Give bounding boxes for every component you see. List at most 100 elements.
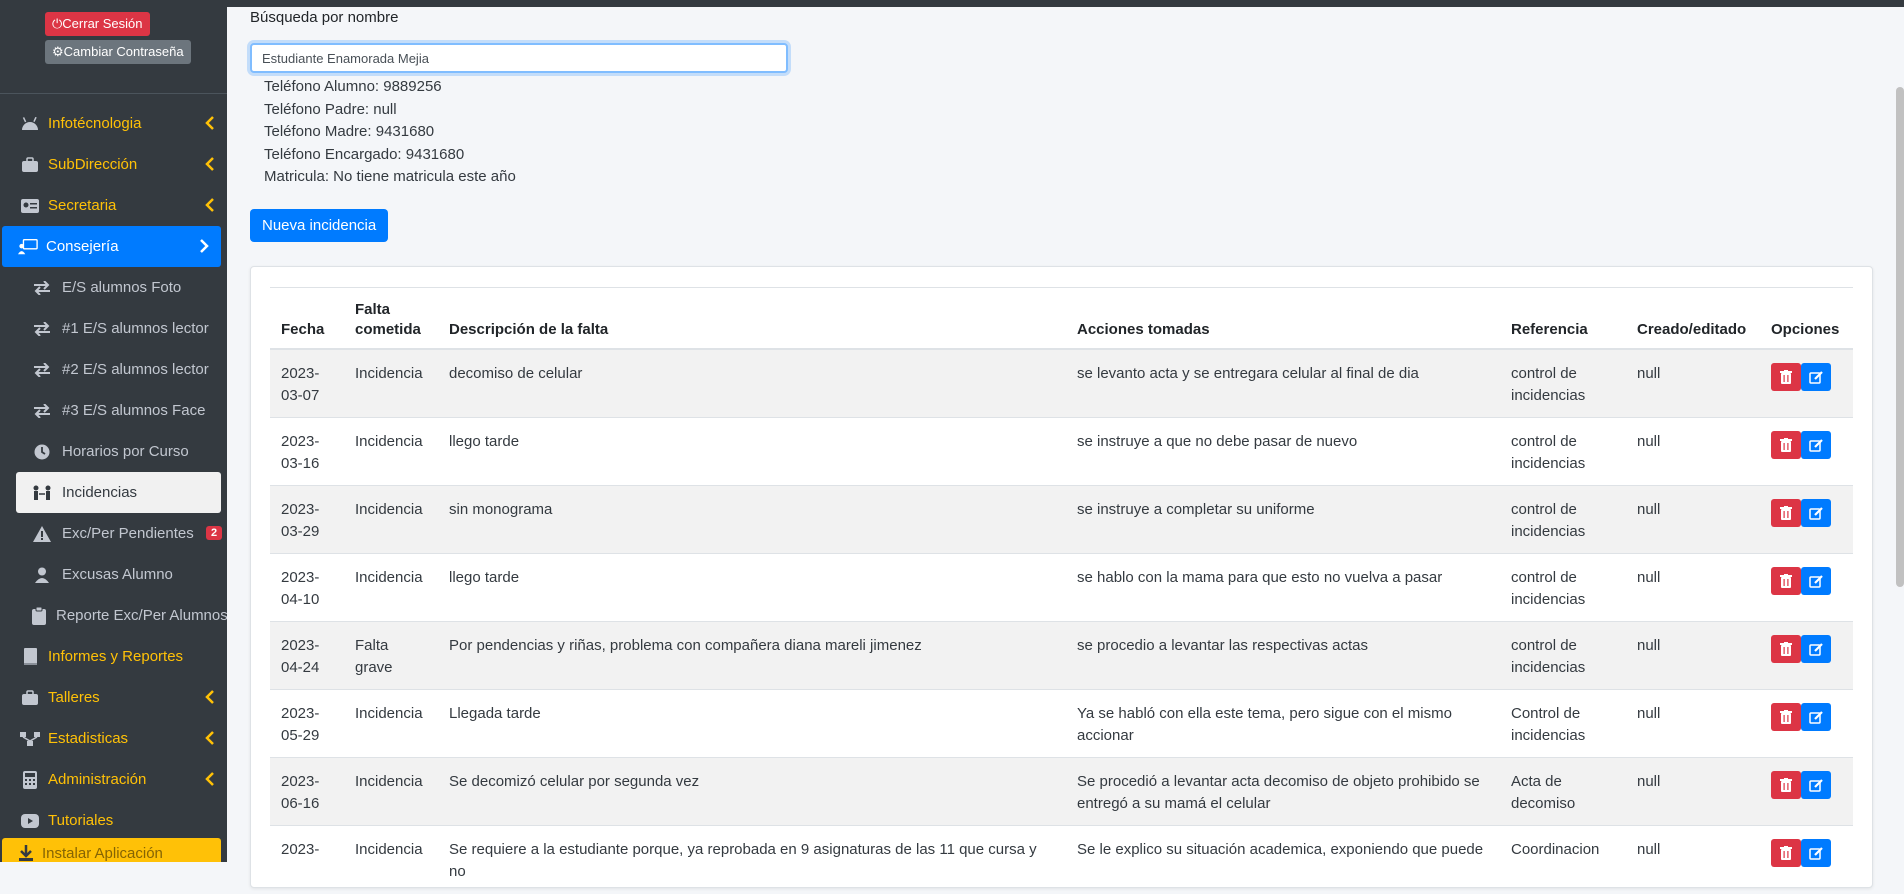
cell-reference: control de incidencias	[1500, 553, 1626, 622]
delete-button[interactable]	[1771, 567, 1801, 595]
cell-action: se instruye a que no debe pasar de nuevo	[1066, 417, 1500, 486]
header-acciones: Acciones tomadas	[1066, 292, 1500, 350]
cell-date: 2023-03-16	[270, 417, 344, 486]
cell-date: 2023-06-16	[270, 757, 344, 826]
briefcase-icon	[20, 688, 40, 708]
cell-options	[1760, 348, 1853, 418]
sidebar-item-subdireccion[interactable]: SubDirección	[0, 144, 227, 185]
edit-button[interactable]	[1801, 635, 1831, 663]
sidebar-item-infotecnologia[interactable]: Infotécnologia	[0, 103, 227, 144]
cell-reference: control de incidencias	[1500, 621, 1626, 690]
sidebar-subitem-es-face[interactable]: #3 E/S alumnos Face	[0, 390, 227, 431]
edit-button[interactable]	[1801, 567, 1831, 595]
edit-button[interactable]	[1801, 703, 1831, 731]
chevron-left-icon	[205, 157, 214, 171]
edit-button[interactable]	[1801, 499, 1831, 527]
sidebar-subitem-horarios[interactable]: Horarios por Curso	[0, 431, 227, 472]
sidebar-item-administracion[interactable]: Administración	[0, 759, 227, 800]
header-fecha: Fecha	[270, 292, 344, 350]
cell-date: 2023-03-07	[270, 348, 344, 418]
cell-action: Se le explico su situación academica, ex…	[1066, 825, 1500, 894]
new-incident-button[interactable]: Nueva incidencia	[250, 209, 389, 242]
edit-icon	[1808, 506, 1824, 520]
sidebar-item-tutoriales[interactable]: Tutoriales	[0, 800, 227, 841]
sidebar-item-talleres[interactable]: Talleres	[0, 677, 227, 718]
delete-button[interactable]	[1771, 839, 1801, 867]
edit-icon	[1808, 370, 1824, 384]
chevron-left-icon	[205, 731, 214, 745]
pending-count-badge: 2	[206, 526, 223, 540]
cell-created: null	[1626, 621, 1760, 690]
sidebar-subitem-es-lector-2[interactable]: #2 E/S alumnos lector	[0, 349, 227, 390]
cell-reference: Acta de decomiso	[1500, 757, 1626, 826]
delete-button[interactable]	[1771, 499, 1801, 527]
sidebar-subitem-reporte-exc[interactable]: Reporte Exc/Per Alumnos	[0, 595, 227, 636]
sidebar-menu: Infotécnologia SubDirección Secretaria C…	[0, 103, 227, 841]
cell-type: Falta grave	[344, 621, 438, 690]
cell-options	[1760, 757, 1853, 826]
edit-button[interactable]	[1801, 363, 1831, 391]
delete-button[interactable]	[1771, 635, 1801, 663]
edit-icon	[1808, 778, 1824, 792]
cell-created: null	[1626, 417, 1760, 486]
download-icon	[18, 845, 34, 861]
table-row: 2023-06-16 Incidencia Se decomizó celular …	[270, 757, 1853, 826]
sidebar-item-informes[interactable]: Informes y Reportes	[0, 636, 227, 677]
cell-created: null	[1626, 485, 1760, 554]
cell-action: se procedio a levantar las respectivas a…	[1066, 621, 1500, 690]
search-input[interactable]	[250, 43, 788, 73]
header-falta: Falta cometida	[344, 292, 438, 350]
trash-icon	[1780, 506, 1792, 520]
phone-mother: Teléfono Madre: 9431680	[264, 123, 435, 140]
table-row: 2023-05-29 Incidencia Llegada tarde Ya se h…	[270, 689, 1853, 758]
incidents-card: Fecha Falta cometida Descripción de la f…	[250, 266, 1873, 894]
youtube-icon	[20, 811, 40, 831]
sidebar-item-estadisticas[interactable]: Estadisticas	[0, 718, 227, 759]
sidebar-item-consejeria[interactable]: Consejería	[2, 226, 221, 267]
logout-button[interactable]: ⏻Cerrar Sesión	[45, 12, 150, 36]
delete-button[interactable]	[1771, 363, 1801, 391]
clock-icon	[32, 442, 52, 462]
cell-options	[1760, 825, 1853, 894]
cell-date: 2023-04-24	[270, 621, 344, 690]
trash-icon	[1780, 574, 1792, 588]
cell-action: se hablo con la mama para que esto no vu…	[1066, 553, 1500, 622]
scrollbar[interactable]	[1896, 87, 1904, 587]
enrollment-status: Matricula: No tiene matricula este año	[264, 168, 516, 185]
key-icon: ⚙	[52, 44, 64, 59]
header-descripcion: Descripción de la falta	[438, 292, 1066, 350]
change-password-button[interactable]: ⚙Cambiar Contraseña	[45, 40, 191, 64]
cell-description: Por pendencias y riñas, problema con com…	[438, 621, 1066, 690]
card-divider	[270, 287, 1853, 288]
sidebar-subitem-exc-pendientes[interactable]: Exc/Per Pendientes 2	[0, 513, 227, 554]
edit-button[interactable]	[1801, 771, 1831, 799]
install-app-button[interactable]: Instalar Aplicación	[2, 838, 221, 862]
sidebar-item-secretaria[interactable]: Secretaria	[0, 185, 227, 226]
cell-date: 2023-	[270, 825, 344, 894]
delete-button[interactable]	[1771, 703, 1801, 731]
edit-icon	[1808, 846, 1824, 860]
cell-description: sin monograma	[438, 485, 1066, 554]
book-icon	[20, 647, 40, 667]
sidebar-subitem-es-lector-1[interactable]: #1 E/S alumnos lector	[0, 308, 227, 349]
phone-guardian: Teléfono Encargado: 9431680	[264, 145, 465, 163]
cell-type: Incidencia	[344, 485, 438, 554]
sidebar-subitem-incidencias[interactable]: Incidencias	[16, 472, 221, 513]
incidents-table: Fecha Falta cometida Descripción de la f…	[270, 292, 1853, 894]
sidebar-subitem-excusas[interactable]: Excusas Alumno	[0, 554, 227, 595]
edit-button[interactable]	[1801, 839, 1831, 867]
cell-action: Ya se habló con ella este tema, pero sig…	[1066, 689, 1500, 758]
table-row: 2023-04-24 Falta grave Por pendencias y ri…	[270, 621, 1853, 690]
sidebar-subitem-es-foto[interactable]: E/S alumnos Foto	[0, 267, 227, 308]
delete-button[interactable]	[1771, 431, 1801, 459]
trash-icon	[1780, 438, 1792, 452]
edit-icon	[1808, 642, 1824, 656]
sitemap-icon	[20, 729, 40, 749]
exchange-icon	[32, 319, 52, 339]
edit-button[interactable]	[1801, 431, 1831, 459]
exchange-icon	[32, 278, 52, 298]
delete-button[interactable]	[1771, 771, 1801, 799]
cell-action: se instruye a completar su uniforme	[1066, 485, 1500, 554]
chevron-left-icon	[205, 198, 214, 212]
user-icon	[32, 565, 52, 585]
